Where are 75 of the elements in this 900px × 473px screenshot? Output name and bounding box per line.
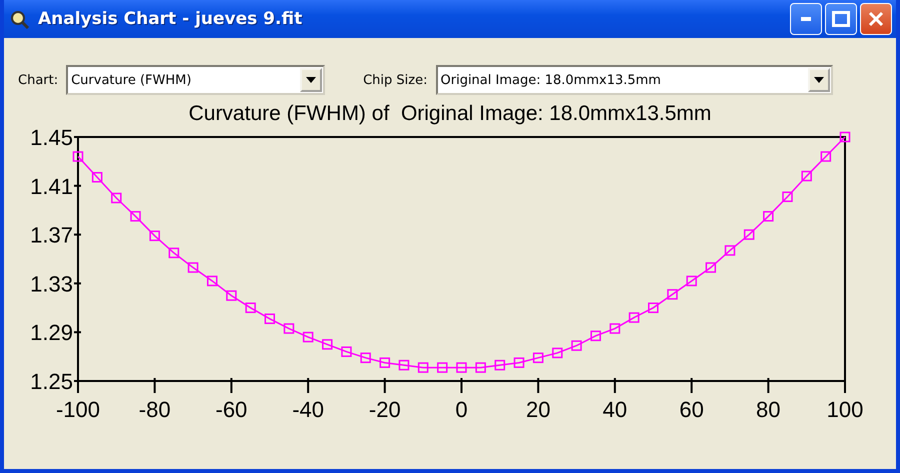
data-point-marker (610, 323, 620, 334)
y-tick-label: 1.25 (30, 369, 73, 394)
field-label: Chart: (18, 72, 58, 88)
data-point-marker (418, 362, 428, 373)
dropdown-button[interactable] (808, 68, 830, 92)
data-point-marker (341, 346, 352, 357)
close-button[interactable] (860, 3, 892, 35)
x-tick-label: -20 (368, 397, 401, 422)
dropdown-button[interactable] (300, 68, 322, 92)
minimize-button[interactable] (790, 3, 822, 35)
data-point-marker (149, 230, 160, 242)
dropdown[interactable]: Curvature (FWHM) (66, 65, 326, 95)
x-tick-label: 40 (602, 397, 628, 422)
data-point-marker (130, 211, 141, 222)
x-tick-label: 60 (679, 397, 704, 422)
chart-title: Curvature (FWHM) of Original Image: 18.0mmx13.5mm (188, 101, 712, 127)
caret-icon (306, 77, 316, 83)
data-point-marker (360, 352, 371, 364)
data-point-marker (686, 276, 697, 286)
data-point-marker (398, 360, 410, 370)
data-point-marker (571, 340, 582, 351)
data-point-marker (380, 357, 390, 368)
y-tick-label: 1.41 (30, 174, 73, 199)
data-point-marker (744, 229, 754, 240)
y-tick-label: 1.29 (30, 320, 73, 346)
data-point-marker (302, 332, 314, 342)
data-point-marker (514, 357, 524, 368)
window-title: Analysis Chart - jueves 9.fit (38, 9, 304, 29)
x-tick-label: -100 (56, 397, 100, 422)
data-point-marker (801, 170, 812, 182)
data-point-marker (590, 330, 601, 342)
y-tick-label: 1.33 (30, 271, 73, 296)
data-point-marker (475, 362, 486, 373)
data-point-marker (648, 302, 658, 314)
field-label: Chip Size: (363, 72, 428, 88)
data-point-marker (206, 276, 218, 286)
data-point-marker (168, 248, 180, 258)
maximize-icon (832, 11, 850, 27)
y-tick-label: 1.37 (30, 222, 73, 248)
data-point-marker (782, 192, 793, 202)
x-tick-label: 0 (455, 397, 468, 422)
data-point-marker (188, 262, 198, 273)
maximize-button[interactable] (825, 3, 857, 35)
data-point-marker (264, 314, 275, 324)
x-tick-label: 20 (526, 397, 550, 422)
x-tick-label: 100 (826, 397, 864, 422)
data-point-marker (456, 362, 467, 373)
data-point-marker (667, 289, 678, 300)
data-point-marker (226, 290, 237, 301)
data-point-marker (494, 360, 506, 370)
caret-icon (814, 77, 824, 83)
data-point-marker (92, 172, 102, 182)
close-icon (868, 11, 884, 27)
data-point-marker (820, 151, 832, 162)
x-tick-label: -40 (292, 397, 324, 422)
data-point-marker (437, 362, 448, 373)
minimize-icon (801, 17, 811, 21)
data-point-marker (72, 151, 84, 162)
data-point-marker (840, 132, 850, 142)
x-tick-label: -60 (216, 397, 248, 422)
dropdown[interactable]: Original Image: 18.0mmx13.5mm (436, 65, 832, 95)
data-point-marker (724, 245, 736, 256)
data-point-marker (763, 211, 774, 222)
data-point-marker (706, 262, 716, 273)
data-point-marker (552, 348, 563, 358)
data-point-marker (628, 312, 640, 323)
x-tick-label: 80 (756, 397, 781, 422)
x-tick-label: -80 (138, 397, 171, 422)
magnifier-icon (8, 9, 30, 29)
data-point-marker (532, 352, 544, 364)
data-point-marker (245, 302, 256, 314)
data-point-marker (284, 323, 294, 334)
y-tick-label: 1.45 (30, 127, 73, 150)
data-point-marker (322, 339, 333, 350)
data-point-marker (111, 192, 122, 204)
